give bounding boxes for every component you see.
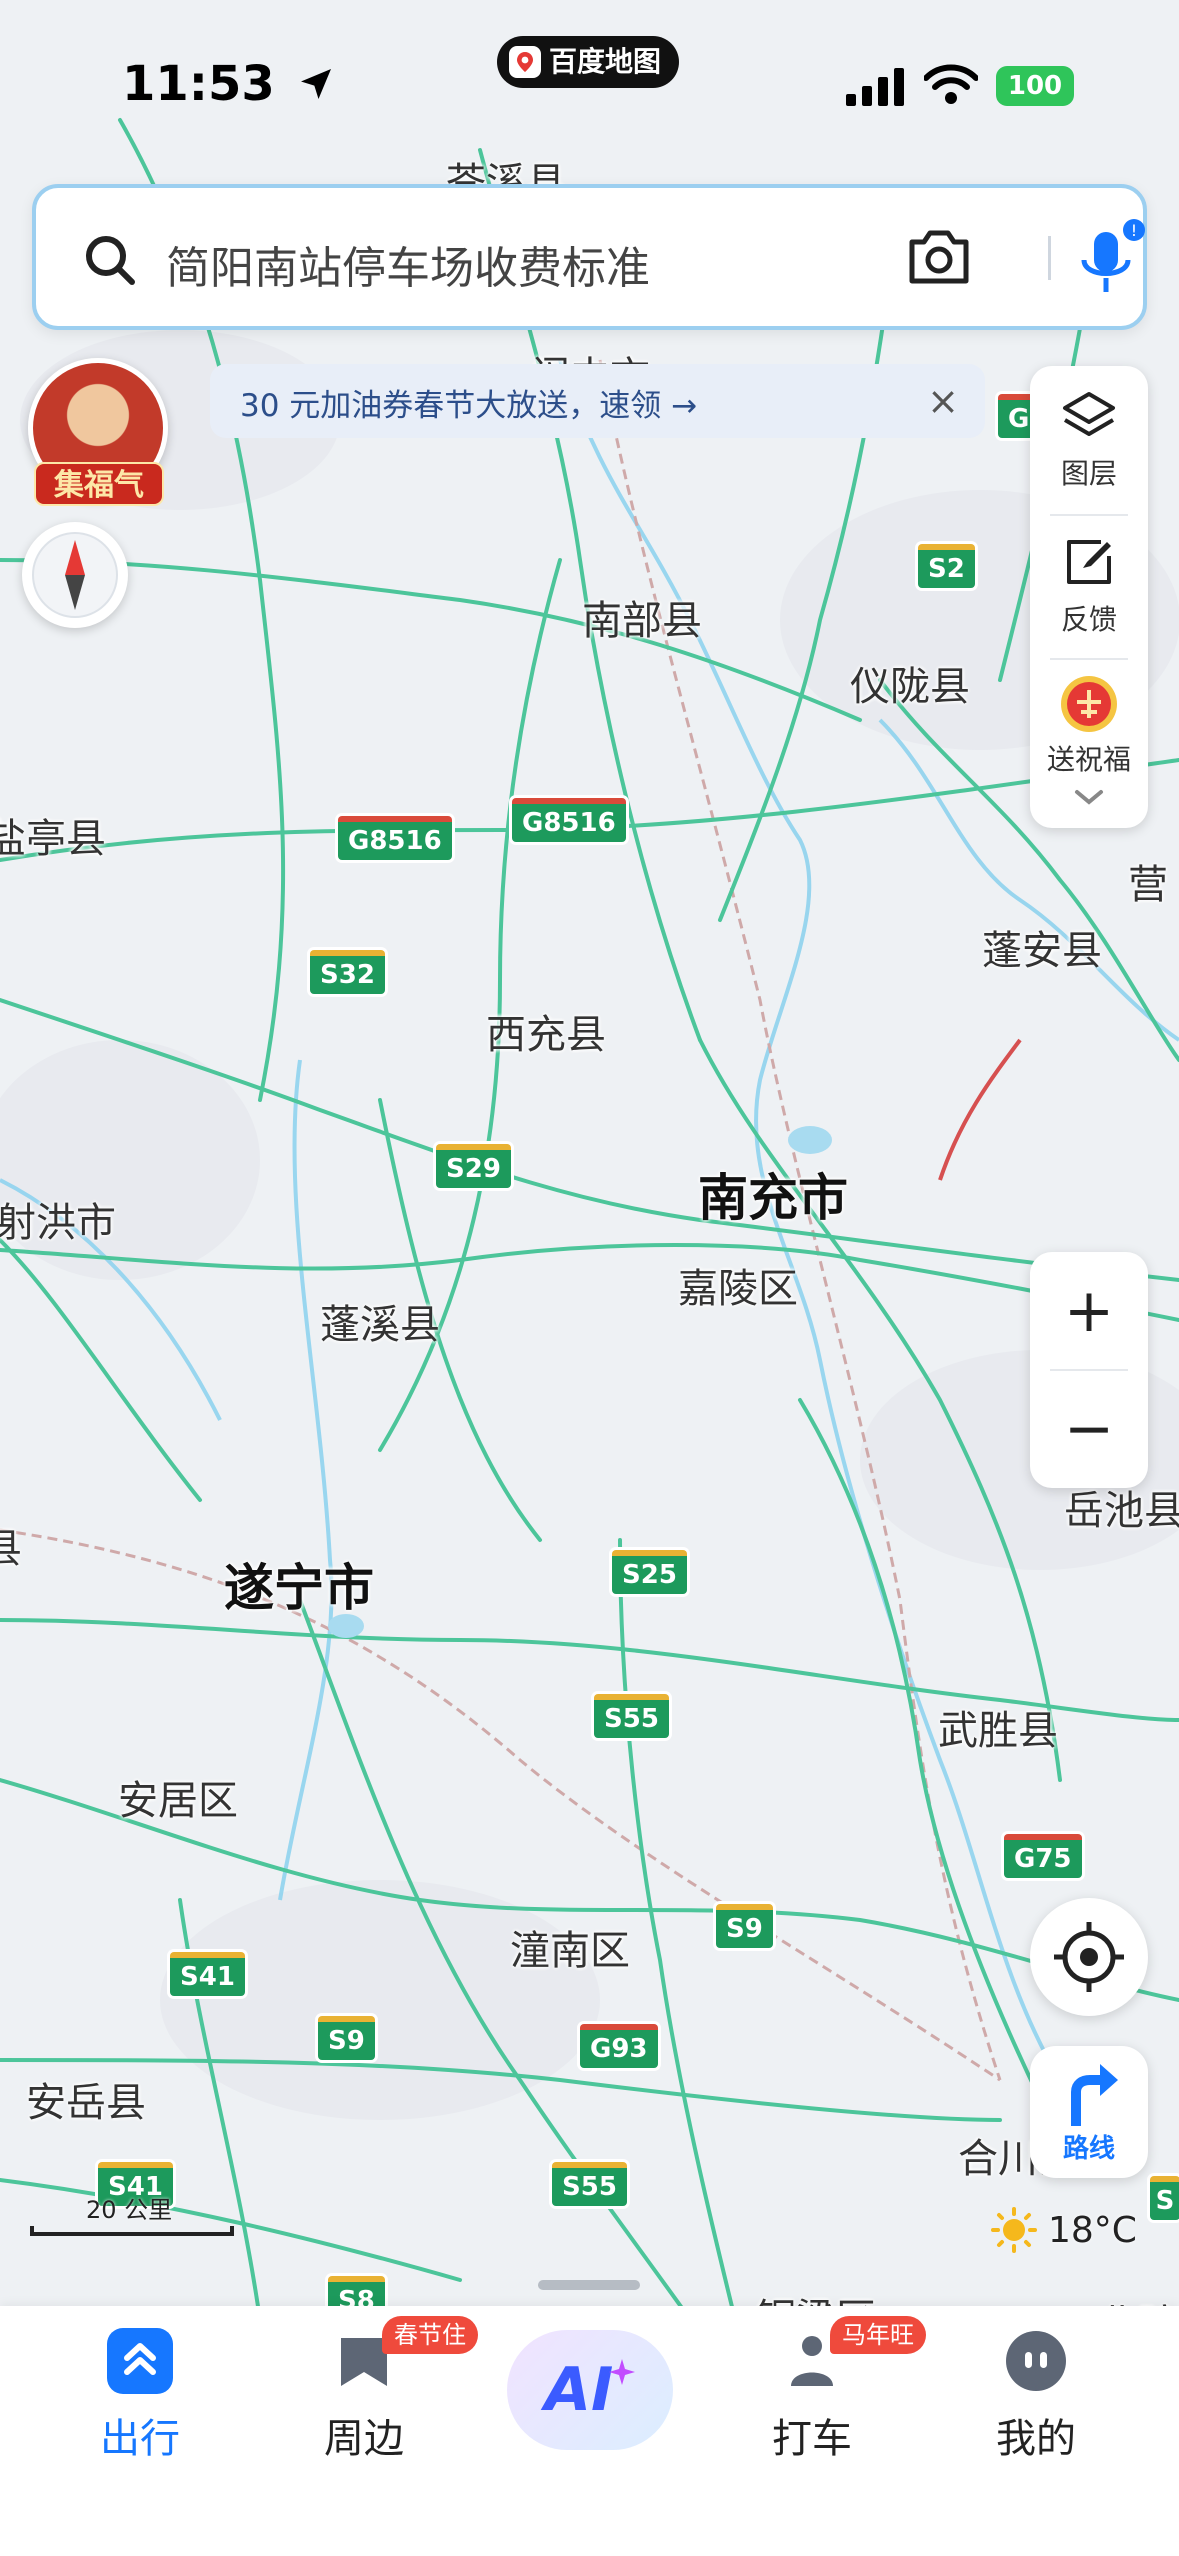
tab-taxi[interactable]: 马年旺 打车 — [712, 2316, 926, 2464]
ai-assistant-button[interactable]: AI — [507, 2330, 673, 2450]
blessing-icon — [1061, 676, 1117, 732]
map-label-yilong: 仪陇县 — [850, 664, 970, 710]
map-label-suining: 遂宁市 — [224, 1559, 374, 1617]
tab-label: 周边 — [324, 2416, 404, 2462]
layers-icon — [1063, 392, 1115, 436]
tab-nearby[interactable]: 春节住 周边 — [264, 2316, 478, 2464]
feedback-label: 反馈 — [1060, 603, 1117, 636]
promo-banner-text[interactable]: 30 元加油券春节大放送，速领 → — [240, 380, 697, 425]
locate-me-button[interactable] — [1030, 1898, 1148, 2016]
baidu-maps-logo-icon — [509, 46, 541, 78]
svg-text:!: ! — [1131, 221, 1137, 240]
close-icon[interactable]: × — [918, 376, 968, 426]
battery-indicator: 100 — [996, 66, 1074, 106]
microphone-icon[interactable]: ! — [1076, 218, 1146, 304]
crosshair-icon — [1054, 1922, 1124, 1992]
tab-travel[interactable]: 出行 — [40, 2328, 240, 2464]
map-label-shehong: 射洪市 — [0, 1200, 116, 1246]
tools-divider — [1050, 658, 1128, 660]
map-label-xichong: 西充县 — [486, 1012, 606, 1058]
search-icon — [86, 236, 135, 285]
status-bar: 11:53 百度地图 100 — [0, 0, 1179, 170]
layers-button[interactable]: 图层 — [1030, 388, 1148, 492]
highway-shield-g93: G93 — [580, 2024, 658, 2068]
tab-label: 出行 — [100, 2416, 180, 2462]
map-label-jialing: 嘉陵区 — [678, 1266, 798, 1312]
highway-shield-g8516: G8516 — [338, 816, 452, 860]
highway-shield-s25: S25 — [612, 1550, 687, 1594]
search-query-text[interactable]: 简阳南站停车场收费标准 — [166, 232, 650, 296]
tab-label: 打车 — [772, 2416, 852, 2462]
tab-profile[interactable]: 我的 — [936, 2328, 1136, 2464]
layers-label: 图层 — [1060, 457, 1117, 490]
map-tools-panel: 图层 反馈 送祝福 — [1030, 366, 1148, 828]
highway-shield-s29: S29 — [436, 1144, 511, 1188]
compass-button[interactable] — [22, 522, 128, 628]
avatar-tag: 集福气 — [34, 462, 164, 506]
sheet-grab-handle[interactable] — [538, 2280, 640, 2290]
cellular-signal-icon — [846, 68, 904, 106]
scale-label: 20 公里 — [86, 2196, 173, 2224]
zoom-control: + − — [1030, 1252, 1148, 1488]
map-label-anju: 安居区 — [118, 1778, 238, 1824]
blessing-button[interactable]: 送祝福 — [1030, 672, 1148, 810]
highway-shield-s55: S55 — [594, 1694, 669, 1738]
tab-label: 我的 — [996, 2416, 1076, 2462]
highway-shield-g75: G75 — [1004, 1834, 1082, 1878]
app-badge-label: 百度地图 — [549, 45, 662, 78]
chevron-down-icon[interactable] — [1069, 784, 1109, 810]
profile-icon — [1003, 2328, 1069, 2394]
scale-bar — [30, 2226, 234, 2236]
search-divider — [1048, 236, 1051, 280]
highway-shield-s55: S55 — [552, 2162, 627, 2206]
sparkle-icon — [609, 2359, 636, 2385]
feedback-button[interactable]: 反馈 — [1030, 534, 1148, 638]
ai-label: AI — [544, 2355, 614, 2425]
highway-shield-g8516: G8516 — [512, 798, 626, 842]
compass-icon — [32, 532, 118, 618]
search-bar[interactable]: 简阳南站停车场收费标准 ! — [32, 184, 1147, 330]
highway-shield-s2: S2 — [918, 544, 975, 588]
highway-shield-s9: S9 — [318, 2016, 375, 2060]
weather-temp: 18°C — [1048, 2209, 1137, 2251]
map-label-ying: 营 — [1128, 862, 1168, 908]
highway-shield-s41: S41 — [170, 1952, 245, 1996]
route-button[interactable]: 路线 — [1030, 2046, 1148, 2178]
map-label-nanchong: 南充市 — [698, 1169, 848, 1227]
app-badge[interactable]: 百度地图 — [497, 36, 680, 88]
blessing-label: 送祝福 — [1046, 743, 1131, 776]
zoom-out-button[interactable]: − — [1030, 1370, 1148, 1488]
map-label-xian: 县 — [0, 1526, 22, 1572]
highway-shield-s5: S — [1150, 2176, 1179, 2220]
map-label-pengxi: 蓬溪县 — [320, 1302, 440, 1348]
wifi-icon — [924, 64, 978, 104]
zoom-in-button[interactable]: + — [1030, 1252, 1148, 1370]
map-label-nanbu: 南部县 — [582, 598, 702, 644]
highway-shield-s9: S9 — [716, 1904, 773, 1948]
tab-badge: 马年旺 — [830, 2316, 926, 2354]
avatar[interactable]: 集福气 — [28, 358, 168, 508]
location-arrow-icon — [300, 69, 331, 99]
map-label-tongnan: 潼南区 — [510, 1928, 630, 1974]
map-label-pengan: 蓬安县 — [982, 928, 1102, 974]
map-label-wusheng: 武胜县 — [938, 1708, 1058, 1754]
edit-feedback-icon — [1067, 540, 1111, 584]
camera-icon[interactable] — [906, 228, 972, 286]
map-label-yanting: 盐亭县 — [0, 816, 106, 862]
map-label-anyue: 安岳县 — [26, 2080, 146, 2126]
status-time: 11:53 — [122, 56, 336, 112]
travel-icon — [107, 2328, 173, 2394]
tab-badge: 春节住 — [382, 2316, 478, 2354]
map-scale: 20 公里 — [30, 2190, 240, 2250]
weather-widget[interactable]: 18°C — [990, 2200, 1137, 2260]
route-arrow-icon — [1071, 2064, 1118, 2126]
highway-shield-s32: S32 — [310, 950, 385, 994]
bottom-tab-bar: 出行 春节住 周边 AI 马年旺 打车 我的 — [0, 2306, 1179, 2556]
promo-banner[interactable]: 30 元加油券春节大放送，速领 → × — [210, 364, 985, 438]
route-label: 路线 — [1062, 2134, 1115, 2164]
tools-divider — [1050, 514, 1128, 516]
sun-icon — [991, 2207, 1037, 2253]
